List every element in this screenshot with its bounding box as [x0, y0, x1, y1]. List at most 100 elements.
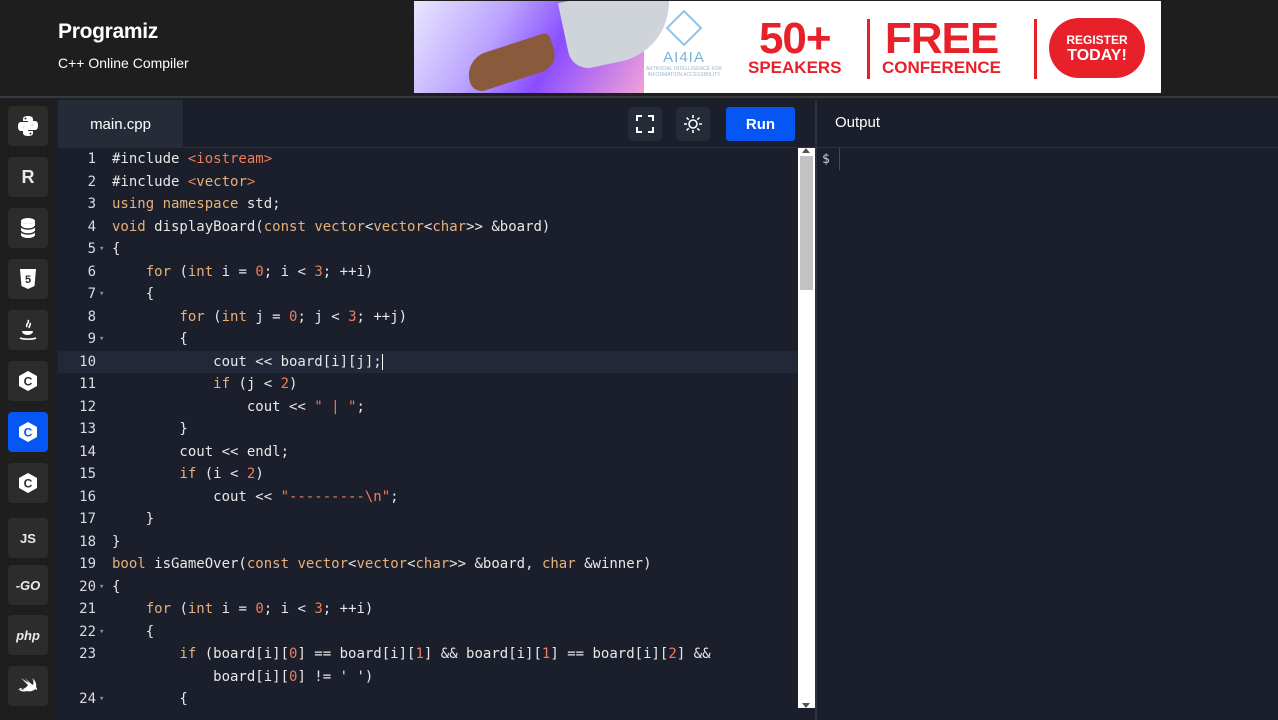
code-text: for (int i = 0; i < 3; ++i): [145, 601, 374, 617]
code-line[interactable]: 12 cout << " | ";: [58, 396, 798, 418]
code-line[interactable]: 10 cout << board[i][j];: [58, 350, 798, 373]
code-line[interactable]: 13 }: [58, 418, 798, 440]
code-line[interactable]: 6 for (int i = 0; i < 3; ++i): [58, 261, 798, 283]
code-text: if (board[i][0] == board[i][1] && board[…: [179, 646, 711, 662]
speakers-block: 50+ SPEAKERS: [748, 14, 842, 77]
line-number: 13: [79, 421, 96, 437]
page-subtitle: C++ Online Compiler: [58, 55, 189, 71]
line-number: 23: [79, 646, 96, 662]
java-icon[interactable]: [8, 310, 48, 350]
code-text: using namespace std;: [112, 196, 281, 212]
code-line[interactable]: 5 ▾ {: [58, 238, 798, 260]
c-icon[interactable]: C: [8, 361, 48, 401]
banner-divider: [867, 19, 870, 79]
code-line[interactable]: 19 bool isGameOver(const vector<vector<ch…: [58, 553, 798, 575]
fold-toggle-icon[interactable]: ▾: [99, 621, 104, 643]
code-text: cout << endl;: [112, 443, 290, 460]
fold-toggle-icon[interactable]: ▾: [99, 328, 104, 350]
cpp-icon[interactable]: C: [8, 412, 48, 452]
code-line[interactable]: 9 ▾ {: [58, 328, 798, 350]
diamond-icon: [665, 9, 703, 47]
code-line[interactable]: 21 for (int i = 0; i < 3; ++i): [58, 598, 798, 620]
code-line[interactable]: 14 cout << endl;: [58, 441, 798, 463]
scroll-down-icon[interactable]: [802, 703, 810, 708]
terminal-prompt: $: [822, 152, 830, 167]
code-line[interactable]: 7 ▾ {: [58, 283, 798, 305]
code-text: board[i][0] != ' '): [112, 668, 374, 685]
html5-icon[interactable]: 5: [8, 259, 48, 299]
code-line[interactable]: 11 if (j < 2): [58, 373, 798, 395]
fullscreen-icon[interactable]: [628, 107, 662, 141]
code-text: {: [112, 331, 188, 347]
svg-text:C: C: [24, 477, 33, 491]
code-text: }: [112, 511, 155, 527]
fold-toggle-icon[interactable]: ▾: [99, 283, 104, 305]
ad-banner[interactable]: AI4IA ARTIFICIAL INTELLIGENCE FOR INFORM…: [414, 1, 1161, 93]
code-text: #include <iostream>: [112, 151, 273, 167]
tab-main-cpp[interactable]: main.cpp: [58, 100, 183, 148]
go-icon[interactable]: -GO: [8, 565, 48, 605]
theme-toggle-icon[interactable]: [676, 107, 710, 141]
code-line[interactable]: 17 }: [58, 508, 798, 530]
programiz-logo[interactable]: Programiz: [58, 20, 158, 44]
scrollbar-thumb[interactable]: [800, 156, 813, 290]
output-terminal[interactable]: $: [815, 148, 1278, 720]
code-text: #include <vector>: [112, 173, 256, 190]
code-text: for (int i = 0; i < 3; ++i): [145, 263, 374, 280]
code-text: if (i < 2): [179, 466, 264, 482]
code-text: }: [112, 421, 188, 437]
line-number: 22: [79, 623, 96, 640]
fold-toggle-icon[interactable]: ▾: [99, 688, 104, 710]
code-text: cout << " | ";: [112, 398, 365, 415]
editor-scrollbar[interactable]: [798, 148, 815, 708]
code-line[interactable]: 8 for (int j = 0; j < 3; ++j): [58, 306, 798, 328]
python-icon[interactable]: [8, 106, 48, 146]
code-line[interactable]: 20 ▾ {: [58, 576, 798, 598]
code-text: {: [112, 578, 121, 595]
header: Programiz C++ Online Compiler AI4IA ARTI…: [0, 0, 1278, 98]
code-line[interactable]: board[i][0] != ' '): [58, 666, 798, 688]
code-line[interactable]: 18}: [58, 531, 798, 553]
line-number: 18: [79, 533, 96, 550]
scroll-up-icon[interactable]: [802, 148, 810, 153]
line-number: 11: [79, 376, 96, 392]
svg-text:5: 5: [25, 274, 31, 286]
fold-toggle-icon[interactable]: ▾: [99, 576, 104, 598]
code-line[interactable]: 3 using namespace std;: [58, 193, 798, 215]
code-text: {: [112, 623, 155, 640]
line-number: 2: [87, 173, 96, 190]
csharp-icon[interactable]: C: [8, 463, 48, 503]
language-sidebar: R 5 C C C JS -GO php: [0, 100, 56, 720]
line-number: 17: [79, 511, 96, 527]
code-line[interactable]: 22 ▾ {: [58, 621, 798, 643]
code-text: {: [112, 691, 188, 707]
php-icon[interactable]: php: [8, 615, 48, 655]
code-line[interactable]: 2 #include <vector>: [58, 171, 798, 193]
code-line[interactable]: 1 #include <iostream>: [58, 148, 798, 170]
code-line[interactable]: 23 if (board[i][0] == board[i][1] && boa…: [58, 643, 798, 665]
line-number: 20: [79, 578, 96, 595]
line-number: 16: [79, 488, 96, 505]
swift-icon[interactable]: [8, 666, 48, 706]
code-text: bool isGameOver(const vector<vector<char…: [112, 556, 652, 572]
code-line[interactable]: 16 cout << "---------\n";: [58, 486, 798, 508]
js-icon[interactable]: JS: [8, 518, 48, 558]
code-line[interactable]: 4 void displayBoard(const vector<vector<c…: [58, 216, 798, 238]
text-cursor: [381, 353, 383, 370]
r-icon[interactable]: R: [8, 157, 48, 197]
banner-divider: [1034, 19, 1037, 79]
code-text: if (j < 2): [213, 376, 298, 392]
run-button[interactable]: Run: [726, 107, 795, 141]
code-text: void displayBoard(const vector<vector<ch…: [112, 218, 551, 235]
fold-toggle-icon[interactable]: ▾: [99, 238, 104, 260]
register-today-button[interactable]: REGISTER TODAY!: [1049, 18, 1145, 78]
line-number: 24: [79, 691, 96, 707]
code-editor[interactable]: 1 #include <iostream> 2 #include <vector> 3 u…: [58, 148, 798, 720]
code-line[interactable]: 24 ▾ {: [58, 688, 798, 710]
svg-text:C: C: [24, 375, 33, 389]
database-icon[interactable]: [8, 208, 48, 248]
free-conference-block: FREE CONFERENCE: [882, 14, 1002, 77]
line-number: 7: [87, 286, 96, 302]
code-line[interactable]: 15 if (i < 2): [58, 463, 798, 485]
line-number: 9: [87, 331, 96, 347]
